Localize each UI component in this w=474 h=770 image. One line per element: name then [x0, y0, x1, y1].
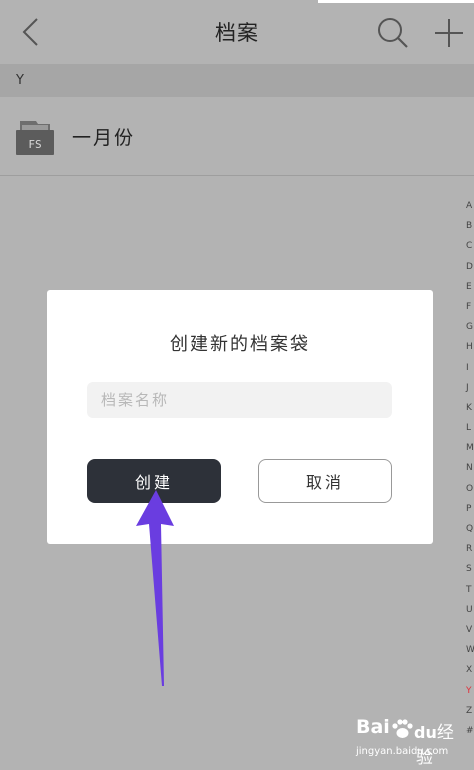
list-item[interactable]: FS 一月份	[0, 97, 474, 176]
back-icon	[22, 18, 38, 46]
index-letter[interactable]: X	[466, 660, 474, 680]
index-letter[interactable]: G	[466, 317, 474, 337]
add-button[interactable]	[432, 16, 466, 50]
back-button[interactable]	[12, 14, 48, 50]
search-button[interactable]	[376, 16, 410, 50]
index-letter[interactable]: L	[466, 418, 474, 438]
create-dialog: 创建新的档案袋 创建 取消	[47, 290, 433, 544]
index-letter[interactable]: I	[466, 358, 474, 378]
plus-icon	[435, 19, 463, 47]
index-letter[interactable]: Q	[466, 519, 474, 539]
index-letter[interactable]: J	[466, 378, 474, 398]
index-letter[interactable]: O	[466, 479, 474, 499]
index-letter[interactable]: U	[466, 600, 474, 620]
index-letter[interactable]: T	[466, 580, 474, 600]
folder-icon: FS	[16, 121, 54, 155]
index-letter[interactable]: Y	[466, 681, 474, 701]
index-letter[interactable]: H	[466, 337, 474, 357]
folder-icon-text: FS	[28, 138, 41, 151]
baidu-watermark: Bai du经验 jingyan.baidu.com	[356, 716, 468, 768]
index-letter[interactable]: D	[466, 257, 474, 277]
index-letter[interactable]: F	[466, 297, 474, 317]
baidu-paw-icon	[392, 719, 413, 738]
header: 档案	[0, 0, 474, 64]
index-letter[interactable]: R	[466, 539, 474, 559]
watermark-logo: Bai	[356, 716, 390, 738]
index-letter[interactable]: W	[466, 640, 474, 660]
index-letter[interactable]: S	[466, 559, 474, 579]
cancel-button[interactable]: 取消	[258, 459, 392, 503]
section-header: Y	[0, 64, 474, 97]
annotation-arrow	[136, 490, 174, 686]
archive-name-input[interactable]	[87, 382, 392, 418]
dialog-title: 创建新的档案袋	[170, 334, 310, 355]
index-letter[interactable]: C	[466, 236, 474, 256]
list-item-label: 一月份	[72, 127, 136, 149]
index-letter[interactable]: M	[466, 438, 474, 458]
watermark-url: jingyan.baidu.com	[356, 746, 449, 757]
search-icon	[378, 18, 408, 48]
watermark-text: du经验	[414, 723, 454, 768]
index-letter[interactable]: E	[466, 277, 474, 297]
index-letter[interactable]: K	[466, 398, 474, 418]
index-letter[interactable]: V	[466, 620, 474, 640]
index-letter[interactable]: A	[466, 196, 474, 216]
alphabet-index[interactable]: A B C D E F G H I J K L M N O P Q R S T U V W X Y Z #	[466, 196, 474, 741]
index-letter[interactable]: N	[466, 458, 474, 478]
index-letter[interactable]: B	[466, 216, 474, 236]
index-letter[interactable]: P	[466, 499, 474, 519]
